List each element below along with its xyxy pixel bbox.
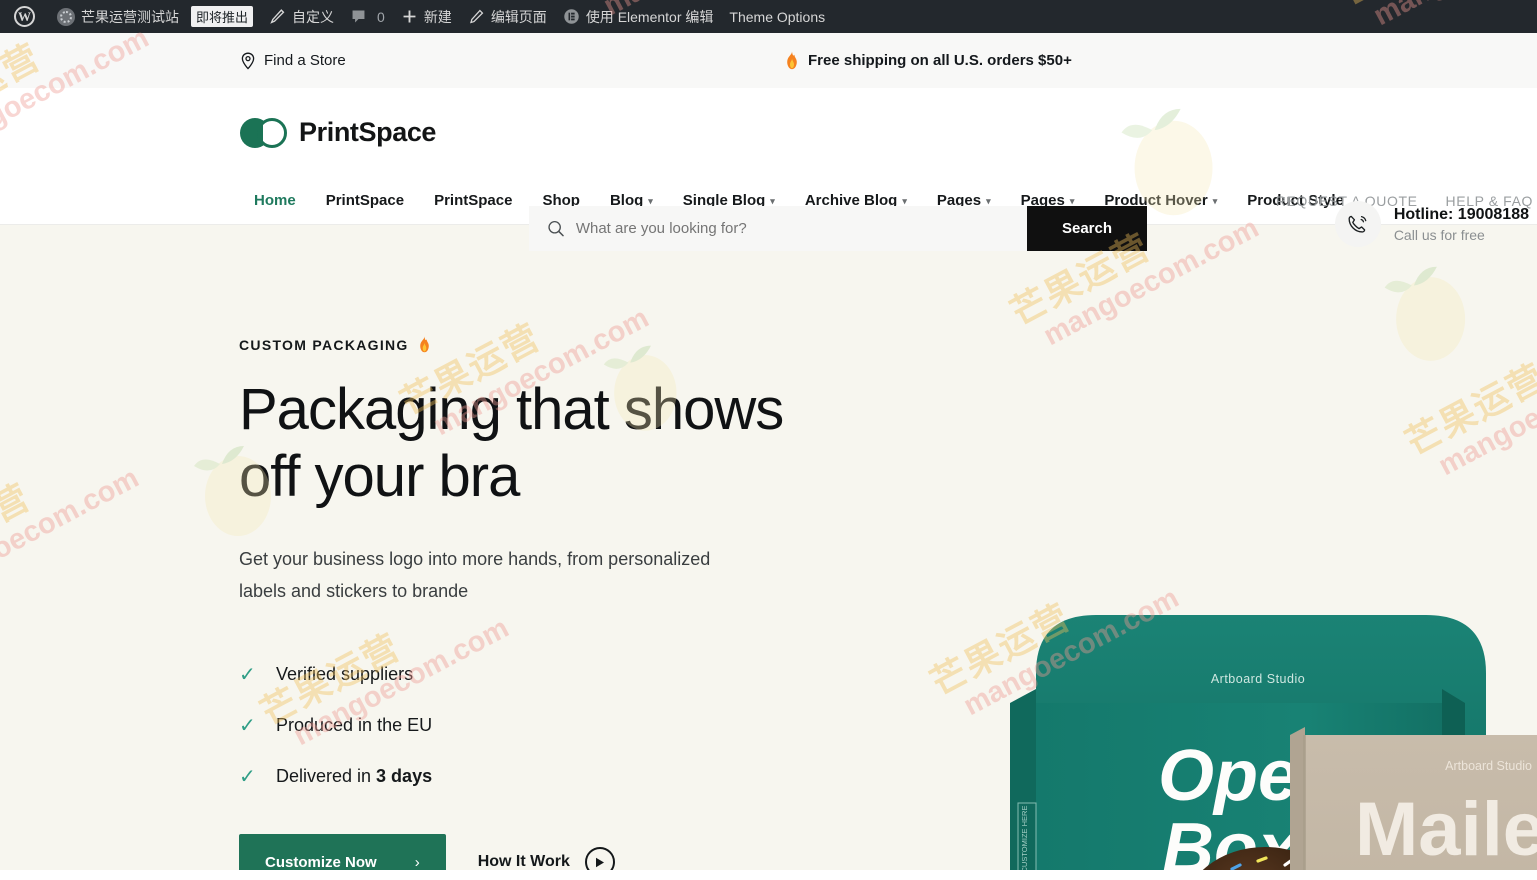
check-icon: ✓ — [239, 664, 256, 687]
find-a-store-link[interactable]: Find a Store — [240, 52, 346, 70]
brand-logo-link[interactable]: PrintSpace — [240, 117, 436, 148]
adminbar-site-name[interactable]: 芒果运营测试站 即将推出 — [49, 0, 261, 33]
list-item: ✓ Delivered in 3 days — [239, 751, 799, 802]
nav-label: PrintSpace — [434, 192, 513, 209]
hotline-text: Hotline: 19008188 Call us for free — [1394, 206, 1529, 243]
customize-now-button[interactable]: Customize Now › — [239, 834, 446, 870]
hero-cta-row: Customize Now › How It Work — [239, 834, 799, 870]
adminbar-comments-button[interactable]: 0 — [342, 0, 393, 33]
adminbar-elementor-button[interactable]: 使用 Elementor 编辑 — [555, 0, 722, 33]
play-circle-icon — [584, 847, 615, 870]
theme-options-label: Theme Options — [729, 8, 826, 25]
hero-subtitle-line-2: labels and stickers to brande — [239, 581, 469, 602]
feature-label: Delivered in 3 days — [276, 766, 433, 787]
chevron-right-icon: › — [414, 853, 420, 870]
find-a-store-label: Find a Store — [264, 52, 346, 69]
wordpress-logo-icon: W — [14, 6, 35, 27]
hero-title: Packaging that shows off your bra — [239, 377, 799, 510]
hero-eyebrow-label: CUSTOM PACKAGING — [239, 336, 409, 353]
search-field-wrapper[interactable] — [529, 206, 1027, 251]
feature-strong: 3 days — [376, 766, 433, 787]
site-name-label: 芒果运营测试站 — [81, 8, 179, 25]
hero-title-line-1: Packaging that shows — [239, 377, 784, 442]
pencil-icon — [270, 9, 285, 24]
hero-subtitle-line-1: Get your business logo into more hands, … — [239, 549, 711, 570]
check-icon: ✓ — [239, 766, 256, 789]
hero-subtitle: Get your business logo into more hands, … — [239, 543, 759, 607]
flame-icon — [419, 336, 429, 353]
search-button[interactable]: Search — [1027, 206, 1147, 251]
mailer-label: Artboard Studio — [1445, 759, 1532, 773]
search-icon — [548, 220, 564, 237]
comment-bubble-icon — [352, 10, 365, 23]
new-label: 新建 — [423, 8, 452, 25]
feature-label: Produced in the EU — [276, 715, 433, 736]
adminbar-customize-button[interactable]: 自定义 — [261, 0, 342, 33]
mailer-box: Artboard Studio Maile Box Artboard Studi… — [1290, 727, 1537, 870]
adminbar-edit-page-button[interactable]: 编辑页面 — [460, 0, 555, 33]
hero-copy: CUSTOM PACKAGING Packaging that shows of… — [239, 336, 799, 870]
search-input[interactable] — [575, 220, 1009, 237]
list-item: ✓ Produced in the EU — [239, 700, 799, 751]
overlapping-circles-logo-icon — [240, 117, 287, 148]
customize-label: 自定义 — [292, 8, 335, 25]
mailer-headline-1: Maile — [1355, 787, 1537, 870]
free-shipping-label: Free shipping on all U.S. orders $50+ — [808, 52, 1072, 69]
hero-product-artwork: Artboard Studio Open Box. CUSTOMIZE HERE — [860, 585, 1537, 870]
plus-icon — [403, 10, 416, 23]
how-it-work-button[interactable]: How It Work — [478, 847, 615, 870]
comments-count: 0 — [377, 8, 385, 25]
hero-title-line-2: off your bra — [239, 443, 520, 509]
open-box-lid-label: Artboard Studio — [1211, 672, 1305, 686]
nav-item-printspace-1[interactable]: PrintSpace — [311, 192, 419, 209]
hero-section: CUSTOM PACKAGING Packaging that shows of… — [0, 225, 1537, 870]
edit-page-label: 编辑页面 — [490, 8, 547, 25]
site-header: PrintSpace Search Hotline: 19 — [0, 88, 1537, 251]
header-search: Search — [529, 206, 1147, 251]
phone-ring-icon-wrapper — [1334, 201, 1381, 247]
chevron-down-icon: ▾ — [1212, 196, 1218, 206]
brand-name-label: PrintSpace — [299, 117, 437, 147]
flame-icon — [787, 51, 797, 70]
hotline-subtitle: Call us for free — [1393, 226, 1485, 243]
wordpress-admin-bar: W 芒果运营测试站 即将推出 自定义 0 新建 编辑页面 使用 Elemento… — [0, 0, 1537, 33]
how-it-work-label: How It Work — [477, 853, 570, 870]
site-dashboard-icon — [57, 7, 75, 26]
hero-feature-list: ✓ Verified suppliers ✓ Produced in the E… — [239, 649, 799, 802]
adminbar-wp-logo-button[interactable]: W — [2, 0, 49, 33]
packaging-mockup-illustration: Artboard Studio Open Box. CUSTOMIZE HERE — [1010, 615, 1537, 870]
customize-now-label: Customize Now — [265, 853, 377, 870]
coming-soon-badge: 即将推出 — [191, 6, 254, 27]
location-pin-icon — [241, 52, 255, 70]
open-box-side-tag: CUSTOMIZE HERE — [1020, 806, 1029, 870]
pencil-alt-icon — [469, 9, 484, 24]
hotline-block[interactable]: Hotline: 19008188 Call us for free — [1334, 201, 1529, 247]
free-shipping-message: Free shipping on all U.S. orders $50+ — [785, 51, 1072, 70]
check-icon: ✓ — [239, 715, 256, 738]
nav-label: Home — [254, 192, 296, 209]
adminbar-new-button[interactable]: 新建 — [393, 0, 460, 33]
nav-item-printspace-2[interactable]: PrintSpace — [419, 192, 527, 209]
nav-label: PrintSpace — [325, 192, 405, 209]
elementor-label: 使用 Elementor 编辑 — [585, 8, 714, 25]
list-item: ✓ Verified suppliers — [239, 649, 799, 700]
phone-ring-icon — [1348, 215, 1367, 233]
hero-eyebrow: CUSTOM PACKAGING — [239, 336, 799, 353]
hotline-number: Hotline: 19008188 — [1393, 205, 1529, 223]
announcement-bar: Find a Store Free shipping on all U.S. o… — [0, 33, 1537, 88]
feature-label: Verified suppliers — [276, 664, 414, 685]
elementor-icon — [564, 9, 579, 24]
page-root: W 芒果运营测试站 即将推出 自定义 0 新建 编辑页面 使用 Elemento… — [0, 0, 1537, 880]
nav-item-home[interactable]: Home — [239, 192, 311, 209]
adminbar-theme-options-button[interactable]: Theme Options — [721, 0, 833, 33]
